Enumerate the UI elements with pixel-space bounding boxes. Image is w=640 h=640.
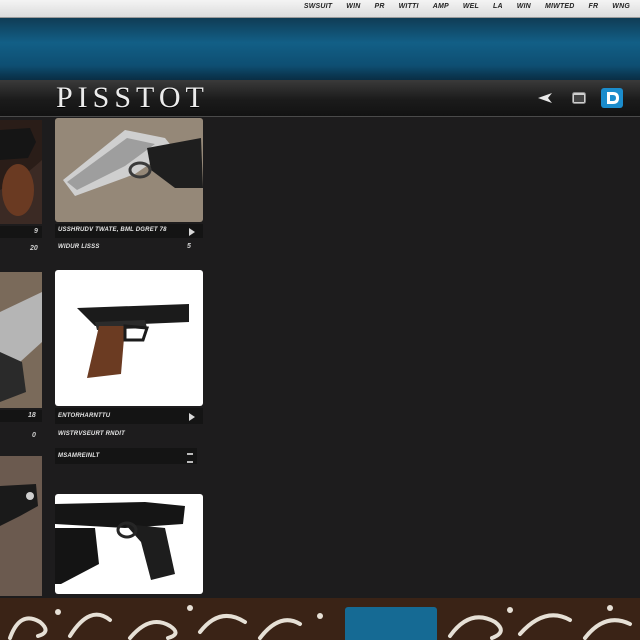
partial-pistol-image[interactable] bbox=[0, 120, 42, 224]
left-count: 20 bbox=[30, 245, 38, 252]
top-nav-item[interactable]: SWSUIT bbox=[304, 3, 332, 10]
back-arrow-icon[interactable] bbox=[538, 93, 552, 103]
swirl-pattern bbox=[0, 598, 640, 640]
card-subtitle: WISTRVSEURT RNDIT bbox=[58, 431, 125, 437]
top-nav-item[interactable]: WIN bbox=[517, 3, 531, 10]
hero-banner bbox=[0, 18, 640, 80]
silver-pistol-image[interactable] bbox=[55, 118, 203, 222]
brand-logo-icon[interactable] bbox=[601, 88, 623, 108]
card-title[interactable]: USSHRUDV TWATE, BML DGRET 78 bbox=[58, 227, 167, 233]
product-card[interactable]: USSHRUDV TWATE, BML DGRET 78 WIDUR LISSS… bbox=[55, 118, 203, 258]
top-nav-item[interactable]: LA bbox=[493, 3, 503, 10]
site-logo[interactable]: PISSTOT bbox=[56, 82, 209, 114]
top-nav-item[interactable]: WEL bbox=[463, 3, 479, 10]
card-meta: 5 bbox=[187, 243, 191, 250]
top-nav: SWSUIT WIN PR WITTI AMP WEL LA WIN MIWTE… bbox=[304, 3, 630, 10]
left-count: 0 bbox=[32, 432, 36, 439]
left-count: 18 bbox=[28, 412, 36, 419]
window-icon[interactable] bbox=[572, 92, 586, 104]
left-column: 9 20 18 0 bbox=[0, 116, 42, 598]
menu-icon[interactable] bbox=[187, 453, 193, 463]
top-utility-bar: SWSUIT WIN PR WITTI AMP WEL LA WIN MIWTE… bbox=[0, 0, 640, 18]
card-subtitle: WIDUR LISSS bbox=[58, 244, 100, 250]
top-nav-item[interactable]: WNG bbox=[612, 3, 630, 10]
card-title[interactable]: ENTORHARNTTU bbox=[58, 413, 110, 419]
left-count: 9 bbox=[34, 228, 38, 235]
product-card[interactable] bbox=[55, 490, 203, 598]
top-nav-item[interactable]: WIN bbox=[346, 3, 360, 10]
play-icon[interactable] bbox=[189, 228, 195, 236]
play-icon[interactable] bbox=[189, 413, 195, 421]
top-nav-item[interactable]: PR bbox=[375, 3, 385, 10]
product-card[interactable]: ENTORHARNTTU WISTRVSEURT RNDIT MSAMREINL… bbox=[55, 270, 203, 470]
top-nav-item[interactable]: WITTI bbox=[399, 3, 419, 10]
footer-tab[interactable] bbox=[345, 607, 437, 640]
top-nav-item[interactable]: MIWTED bbox=[545, 3, 575, 10]
top-nav-item[interactable]: FR bbox=[589, 3, 599, 10]
decorative-footer bbox=[0, 598, 640, 640]
top-nav-item[interactable]: AMP bbox=[433, 3, 449, 10]
partial-pistol-image[interactable] bbox=[0, 272, 42, 408]
card-extra-label[interactable]: MSAMREINLT bbox=[58, 453, 100, 459]
partial-pistol-image[interactable] bbox=[0, 456, 42, 596]
walnut-pistol-image[interactable] bbox=[55, 270, 203, 406]
black-pistol-image[interactable] bbox=[55, 494, 203, 594]
